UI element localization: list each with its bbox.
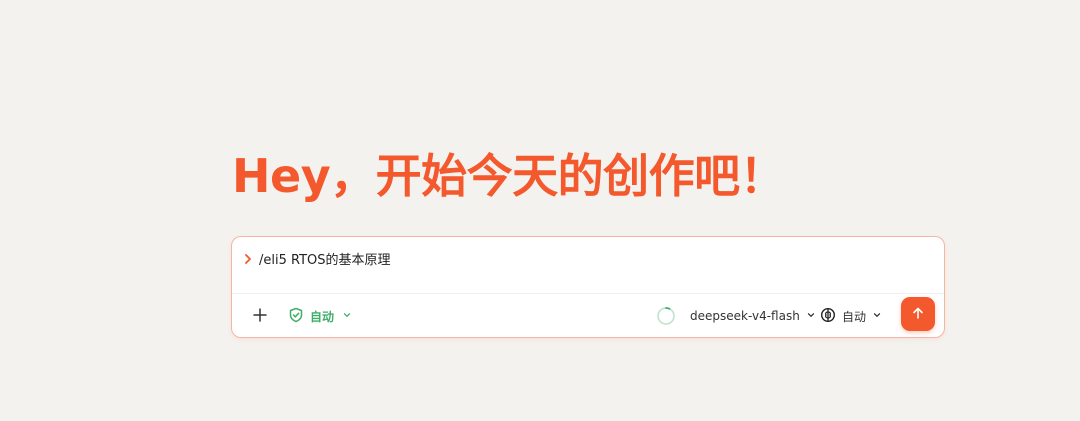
shield-check-icon [288, 307, 304, 326]
plus-icon [253, 307, 267, 326]
loading-spinner-icon [656, 306, 676, 326]
thinking-label: 自动 [842, 309, 867, 324]
thinking-selector[interactable]: 自动 [820, 303, 882, 329]
model-selector[interactable]: deepseek-v4-flash [690, 303, 816, 329]
add-button[interactable] [248, 304, 272, 328]
brain-icon [820, 307, 836, 326]
hero-title: Hey，开始今天的创作吧！ [232, 149, 786, 203]
composer: 自动 deepseek-v4-flash [231, 236, 945, 338]
prompt-input-row [232, 237, 944, 294]
send-button[interactable] [901, 297, 935, 331]
mode-selector[interactable]: 自动 [288, 303, 352, 329]
model-label: deepseek-v4-flash [690, 309, 800, 323]
arrow-up-icon [911, 306, 925, 323]
page: Hey，开始今天的创作吧！ /eli5 RTOS的基本原理 自动 deepsee… [0, 0, 1080, 421]
chevron-down-icon [342, 309, 352, 323]
chevron-down-icon [872, 309, 882, 323]
mode-label: 自动 [310, 309, 335, 324]
composer-toolbar: 自动 deepseek-v4-flash 自动 [232, 295, 944, 337]
chevron-down-icon [806, 309, 816, 323]
chevron-right-icon [242, 251, 254, 265]
prompt-input[interactable] [259, 251, 919, 271]
